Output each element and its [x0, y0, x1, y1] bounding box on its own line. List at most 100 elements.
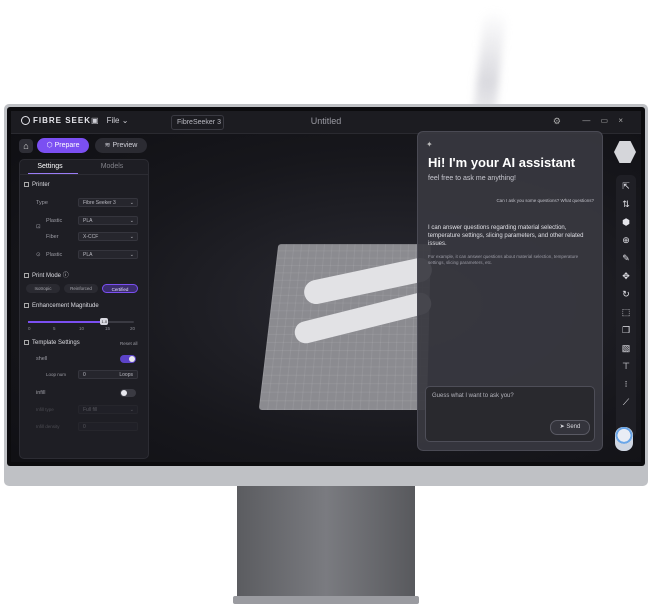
infill-density-input[interactable]: 0 — [78, 422, 138, 431]
plastic1-select[interactable]: PLA ⌄ — [78, 216, 138, 225]
template-label: Template Settings — [32, 340, 80, 346]
paint-icon[interactable]: ✎ — [619, 251, 633, 265]
measure-icon[interactable]: ⟋ — [619, 395, 633, 409]
plastic2-select[interactable]: PLA ⌄ — [78, 250, 138, 259]
fiber-value: X-CCF — [83, 234, 99, 240]
preview-label: Preview — [112, 142, 138, 149]
info-icon[interactable]: ⓘ — [63, 273, 69, 279]
prepare-button[interactable]: ⬡ Prepare — [37, 138, 89, 153]
printer-section-label: Printer — [32, 182, 50, 188]
chevron-down-icon: ⌄ — [129, 234, 134, 240]
loop-value: 0 — [83, 372, 86, 378]
plastic2-value: PLA — [83, 252, 93, 258]
cube-icon[interactable]: ⬢ — [619, 215, 633, 229]
plastic1-label: Plastic — [46, 218, 63, 224]
split-icon[interactable]: ▧ — [619, 341, 633, 355]
copy-icon[interactable]: ❐ — [619, 323, 633, 337]
window-controls[interactable]: — ▭ × — [582, 116, 627, 125]
view-cube-icon[interactable] — [614, 141, 636, 163]
home-icon: ⌂ — [23, 141, 29, 151]
infill-toggle[interactable] — [120, 389, 136, 397]
user-message: Can I ask you some questions? What quest… — [496, 198, 594, 203]
move-icon[interactable]: ✥ — [619, 269, 633, 283]
printer-section-header: Printer — [24, 182, 50, 188]
home-button[interactable]: ⌂ — [19, 139, 33, 153]
monitor-bezel: FIBRE SEEK ▣ File ⌄ FibreSeeker 3 Untitle… — [7, 107, 645, 466]
reset-all-link[interactable]: Reset all — [120, 341, 138, 346]
template-icon — [24, 340, 29, 345]
infill-label: infill — [36, 390, 46, 396]
tab-models[interactable]: Models — [82, 163, 142, 170]
infill-type-select[interactable]: Full fill ⌄ — [78, 405, 138, 414]
mode-certified[interactable]: Certified — [102, 284, 138, 293]
enhancement-label: Enhancement Magnitude — [32, 303, 99, 309]
slider-tick: 10 — [79, 326, 85, 331]
shell-toggle[interactable] — [120, 355, 136, 363]
support-icon[interactable]: ⊤ — [619, 359, 633, 373]
arrange-icon[interactable]: ⊕ — [619, 233, 633, 247]
extruder-icon: ⊡ — [36, 224, 41, 230]
fiber-select[interactable]: X-CCF ⌄ — [78, 232, 138, 241]
send-label: Send — [566, 424, 581, 430]
active-tab-indicator — [28, 173, 78, 174]
ai-chat-placeholder: Guess what I want to ask you? — [432, 393, 514, 399]
rotate-icon[interactable]: ↻ — [619, 287, 633, 301]
right-toolbar: ⇱ ⇅ ⬢ ⊕ ✎ ✥ ↻ ⬚ ❐ ▧ ⊤ ⁝ ⟋ — [616, 175, 636, 437]
monitor-stand — [237, 486, 415, 598]
send-button[interactable]: ➤ Send — [550, 420, 590, 435]
ai-chat-input[interactable]: Guess what I want to ask you? ➤ Send — [425, 386, 595, 442]
mode-isotropic[interactable]: Isotropic — [26, 284, 60, 293]
assistant-answer: I can answer questions regarding materia… — [428, 225, 584, 247]
preview-button[interactable]: ≋ Preview — [95, 138, 147, 153]
infill-density-value: 0 — [83, 424, 86, 430]
ai-assistant-avatar[interactable] — [615, 427, 633, 451]
slider-tick: 20 — [130, 326, 136, 331]
chevron-down-icon: ⌄ — [129, 218, 134, 224]
file-menu-label: File — [106, 116, 120, 125]
seam-icon[interactable]: ⁝ — [619, 377, 633, 391]
infill-type-value: Full fill — [83, 407, 98, 413]
print-mode-header: Print Mode ⓘ — [24, 270, 69, 279]
type-select[interactable]: Fibre Seeker 3 ⌄ — [78, 198, 138, 207]
slider-tick: 0 — [28, 326, 31, 331]
slider-handle[interactable]: 1.0 — [100, 318, 109, 325]
gear-icon[interactable]: ⚙ — [553, 116, 561, 127]
save-icon[interactable]: ▣ — [91, 116, 99, 125]
toggle-knob — [129, 356, 135, 362]
loop-label: Loop num — [46, 372, 67, 377]
loop-unit: Loops — [119, 372, 133, 378]
print-mode-icon — [24, 273, 29, 278]
enhancement-icon — [24, 303, 29, 308]
slider-fill — [28, 321, 105, 323]
mode-reinforced[interactable]: Reinforced — [64, 284, 98, 293]
monitor: FIBRE SEEK ▣ File ⌄ FibreSeeker 3 Untitle… — [4, 104, 648, 486]
app-logo: FIBRE SEEK — [21, 116, 91, 125]
printer-name: FibreSeeker 3 — [177, 119, 221, 126]
select-icon[interactable]: ⇱ — [619, 179, 633, 193]
type-label: Type — [36, 200, 48, 206]
scale-icon[interactable]: ⬚ — [619, 305, 633, 319]
cube-icon: ⬡ — [46, 142, 55, 149]
loop-input[interactable]: 0 Loops — [78, 370, 138, 379]
template-header: Template Settings — [24, 340, 80, 346]
logo-text: FIBRE SEEK — [33, 116, 92, 125]
slider-tick: 15 — [105, 326, 111, 331]
ai-assistant-panel: ✦ Hi! I'm your AI assistant feel free to… — [417, 131, 603, 451]
toggle-knob — [121, 390, 127, 396]
prepare-label: Prepare — [54, 142, 80, 149]
infill-type-label: Infill type — [36, 407, 54, 412]
chevron-down-icon: ⌄ — [121, 116, 129, 125]
infill-density-label: Infill density — [36, 424, 60, 429]
ai-subtitle: feel free to ask me anything! — [428, 175, 516, 182]
import-icon[interactable]: ⇅ — [619, 197, 633, 211]
printer-selector[interactable]: FibreSeeker 3 — [171, 115, 224, 130]
plastic1-value: PLA — [83, 218, 93, 224]
tab-settings[interactable]: Settings — [20, 163, 80, 170]
assistant-example: For example, it can answer questions abo… — [428, 254, 579, 265]
enhancement-slider[interactable] — [28, 321, 134, 323]
app-screen: FIBRE SEEK ▣ File ⌄ FibreSeeker 3 Untitle… — [11, 111, 641, 462]
file-menu-button[interactable]: ▣ File ⌄ — [91, 116, 128, 125]
panel-tabs: Settings Models — [20, 160, 148, 175]
print-mode-label: Print Mode — [32, 273, 62, 279]
fiber-label: Fiber — [46, 234, 59, 240]
